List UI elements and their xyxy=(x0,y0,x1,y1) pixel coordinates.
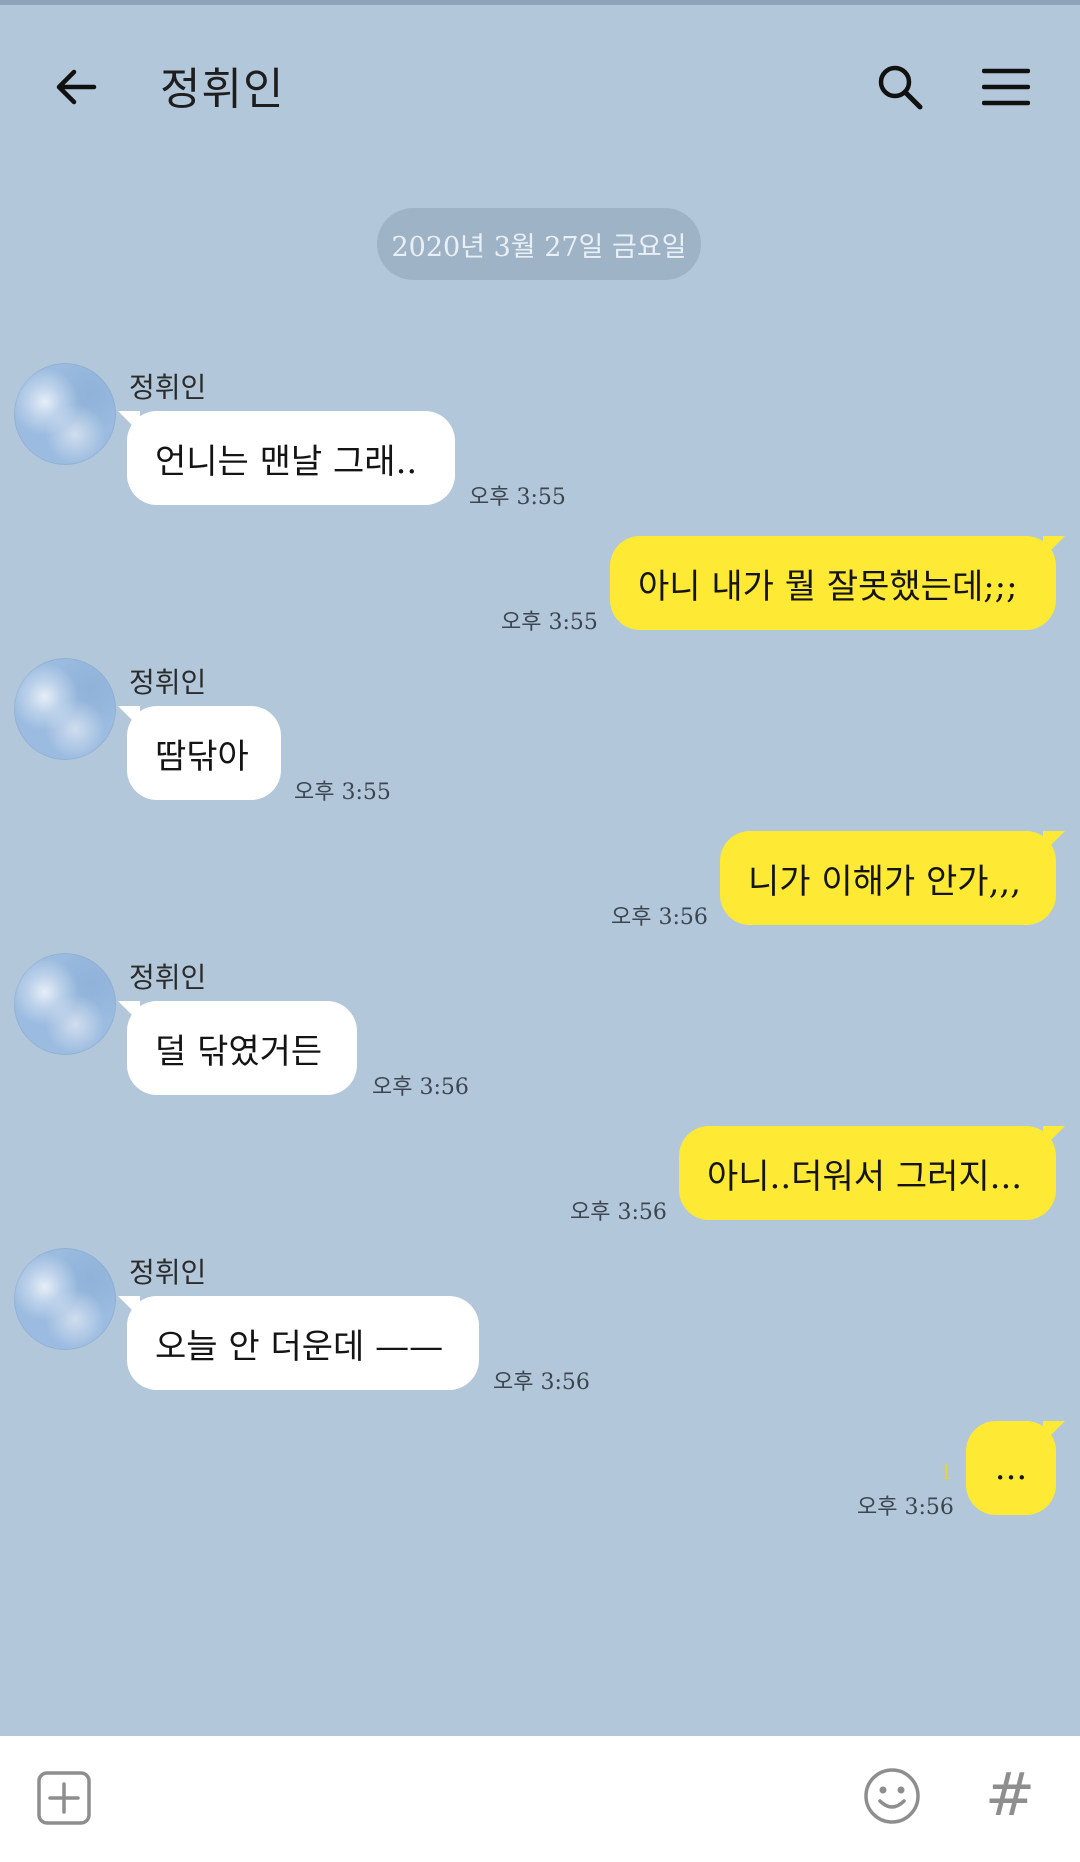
message-bubble[interactable]: 니가 이해가 안가,,, xyxy=(720,831,1065,925)
input-bar: # xyxy=(0,1736,1080,1862)
message-time: 오후 3:55 xyxy=(469,485,566,510)
avatar[interactable] xyxy=(14,363,116,465)
attach-button[interactable] xyxy=(36,1770,92,1826)
unread-count: 1 xyxy=(940,1460,953,1484)
message-time: 오후 3:56 xyxy=(570,1200,667,1225)
back-button[interactable] xyxy=(36,47,116,127)
avatar[interactable] xyxy=(14,953,116,1055)
message-bubble[interactable]: 언니는 맨날 그래.. xyxy=(118,411,455,505)
message-time: 오후 3:55 xyxy=(294,780,391,805)
search-icon xyxy=(878,65,923,110)
chat-header: 정휘인 xyxy=(0,5,1080,155)
message-time: 오후 3:56 xyxy=(857,1495,954,1520)
message-bubble[interactable]: 아니..더워서 그러지... xyxy=(679,1126,1065,1220)
sender-name: 정휘인 xyxy=(129,1256,207,1289)
hamburger-menu-icon xyxy=(982,68,1030,106)
message-bubble[interactable]: ... xyxy=(966,1421,1065,1515)
emoji-button[interactable] xyxy=(862,1766,922,1826)
message-time: 오후 3:56 xyxy=(372,1075,469,1100)
avatar[interactable] xyxy=(14,658,116,760)
message-bubble[interactable]: 땀닦아 xyxy=(118,706,281,800)
date-divider: 2020년 3월 27일 금요일 xyxy=(377,208,701,280)
search-button[interactable] xyxy=(860,47,940,127)
sender-name: 정휘인 xyxy=(129,961,207,994)
message-bubble[interactable]: 덜 닦였거든 xyxy=(118,1001,357,1095)
message-time: 오후 3:55 xyxy=(501,610,598,635)
plus-box-icon xyxy=(37,1771,91,1825)
menu-button[interactable] xyxy=(966,47,1046,127)
chat-title: 정휘인 xyxy=(160,64,285,115)
message-time: 오후 3:56 xyxy=(611,905,708,930)
message-bubble[interactable]: 오늘 안 더운데 —— xyxy=(118,1296,479,1390)
message-bubble[interactable]: 아니 내가 뭘 잘못했는데;;; xyxy=(610,536,1065,630)
sender-name: 정휘인 xyxy=(129,371,207,404)
emoji-icon xyxy=(864,1768,920,1824)
message-time: 오후 3:56 xyxy=(493,1370,590,1395)
avatar[interactable] xyxy=(14,1248,116,1350)
hash-icon[interactable]: # xyxy=(980,1760,1040,1830)
arrow-left-icon xyxy=(56,69,97,105)
sender-name: 정휘인 xyxy=(129,666,207,699)
